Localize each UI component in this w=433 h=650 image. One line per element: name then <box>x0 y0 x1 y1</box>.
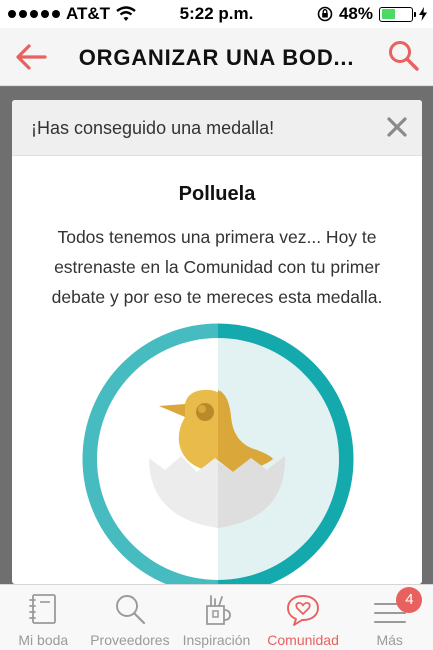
battery-percent: 48% <box>338 4 373 23</box>
battery-icon <box>379 6 416 22</box>
status-bar: AT&T 5:22 p.m. 48% <box>0 0 433 28</box>
close-icon[interactable] <box>386 116 408 138</box>
app-header: ORGANIZAR UNA BOD... <box>0 28 433 86</box>
tab-mas[interactable]: 4 Más <box>346 585 433 650</box>
page-title: ORGANIZAR UNA BOD... <box>78 45 355 70</box>
notification-badge: 4 <box>396 587 423 613</box>
heart-chat-icon <box>287 595 320 626</box>
search-icon[interactable] <box>387 39 421 73</box>
charging-icon <box>419 7 427 21</box>
battery-area: 48% <box>317 4 427 24</box>
badge-title: Polluela <box>178 183 256 205</box>
tab-comunidad[interactable]: Comunidad <box>260 585 347 650</box>
tab-label: Comunidad <box>267 632 339 648</box>
tab-label: Proveedores <box>90 632 170 648</box>
tab-label: Inspiración <box>182 632 251 648</box>
modal-header: ¡Has conseguido una medalla! <box>12 100 422 156</box>
tab-proveedores[interactable]: Proveedores <box>87 585 174 650</box>
tab-label: Más <box>376 632 403 648</box>
cup-icon <box>206 595 232 625</box>
bottom-tab-bar: Mi boda Proveedores Inspiración Comunida… <box>0 584 433 650</box>
modal-header-text: ¡Has conseguido una medalla! <box>31 118 275 138</box>
rotation-lock-icon <box>317 6 333 22</box>
back-arrow-icon[interactable] <box>14 40 48 74</box>
search-icon <box>115 595 145 625</box>
achievement-modal: ¡Has conseguido una medalla! Polluela To… <box>12 100 422 584</box>
tab-inspiracion[interactable]: Inspiración <box>173 585 260 650</box>
tab-mi-boda[interactable]: Mi boda <box>0 585 87 650</box>
notebook-icon <box>29 594 57 624</box>
badge-description: Todos tenemos una primera vez... Hoy te … <box>51 227 383 307</box>
tab-label: Mi boda <box>18 632 69 648</box>
chick-medal-icon <box>82 323 354 584</box>
